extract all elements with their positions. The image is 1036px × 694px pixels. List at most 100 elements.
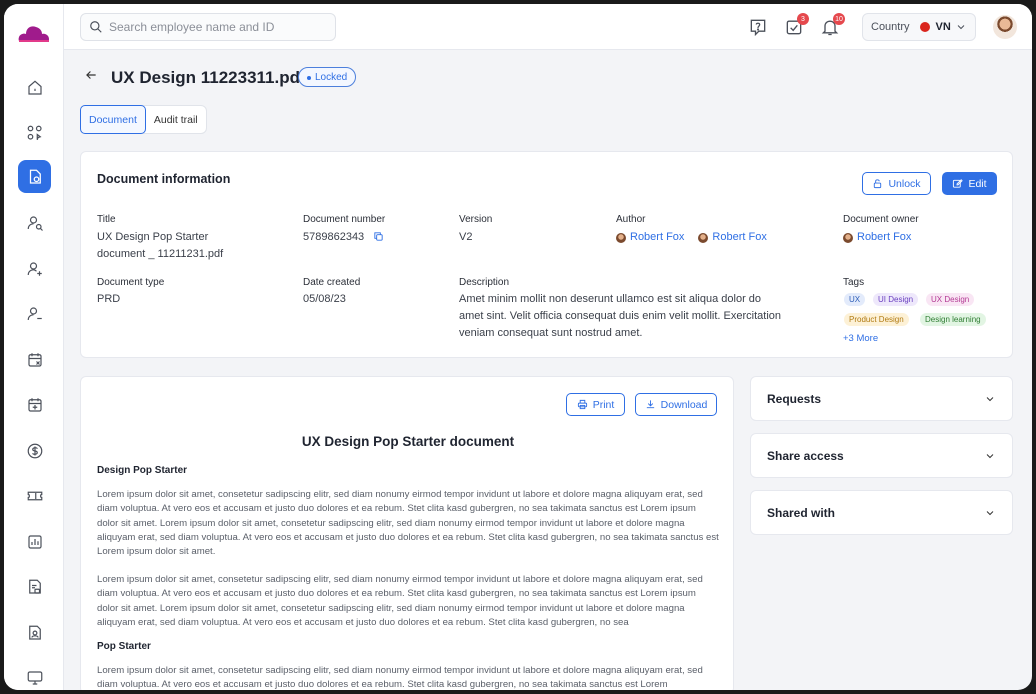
description-label: Description <box>459 277 510 288</box>
topbar: 3 10 Country VN <box>64 4 1032 50</box>
download-button[interactable]: Download <box>635 393 717 416</box>
tasks-button[interactable]: 3 <box>784 13 809 37</box>
cloud-logo-icon[interactable] <box>18 22 50 44</box>
help-chat-icon <box>750 19 766 37</box>
sidebar-item-payroll[interactable] <box>18 434 51 467</box>
app-window: 3 10 Country VN UX Design 11223311.pdf L… <box>4 4 1032 690</box>
contract-user-icon <box>28 625 41 640</box>
sidebar-item-calendar-cancel[interactable] <box>18 343 51 376</box>
owner-label: Document owner <box>843 214 919 225</box>
author-name: Robert Fox <box>712 231 767 243</box>
status-badge: Locked <box>298 67 357 87</box>
author-link[interactable]: Robert Fox <box>698 229 767 246</box>
monitor-icon <box>27 670 42 685</box>
printer-icon <box>577 399 587 410</box>
tag: UX Design <box>926 293 975 306</box>
copy-icon[interactable] <box>373 231 384 242</box>
dollar-icon <box>27 443 42 458</box>
paragraph: Lorem ipsum dolor sit amet, consetetur s… <box>97 574 703 628</box>
card-title: Document information <box>97 172 231 186</box>
docnum-value: 5789862343 <box>303 229 384 246</box>
document-information-card: Document information Unlock Edit Title U… <box>80 151 1013 358</box>
chevron-down-icon <box>957 25 965 30</box>
unlock-icon <box>874 179 882 189</box>
paragraph: Lorem ipsum dolor sit amet, consetetur s… <box>97 665 703 690</box>
shared-with-panel[interactable]: Shared with <box>750 490 1013 535</box>
ticket-icon <box>27 491 42 500</box>
version-label: Version <box>459 214 493 225</box>
sidebar-item-calendar-add[interactable] <box>18 388 51 421</box>
sidebar-item-contracts[interactable] <box>18 616 51 649</box>
print-button[interactable]: Print <box>566 393 625 416</box>
print-label: Print <box>592 398 615 411</box>
search-box[interactable] <box>80 13 336 41</box>
edit-icon <box>953 179 964 188</box>
calendar-cancel-icon <box>27 352 42 367</box>
date-label: Date created <box>303 277 361 288</box>
tab-document[interactable]: Document <box>80 105 146 134</box>
date-value: 05/08/23 <box>303 293 346 305</box>
title-value: UX Design Pop Starter document _ 1121123… <box>97 231 224 260</box>
user-add-icon <box>27 261 42 276</box>
owner-name: Robert Fox <box>857 231 912 243</box>
user-search-icon <box>27 215 43 231</box>
sidebar-item-tickets[interactable] <box>18 479 51 512</box>
author-label: Author <box>616 214 646 225</box>
tag: Design learning <box>920 313 986 326</box>
search-icon <box>90 21 102 33</box>
apps-grid-icon <box>27 125 42 140</box>
file-lock-icon <box>28 579 41 594</box>
page-title: UX Design 11223311.pdf <box>111 68 306 87</box>
chevron-down-icon <box>986 510 994 515</box>
description-value: Amet minim mollit non deserunt ullamco e… <box>459 293 782 339</box>
title-label: Title <box>97 214 116 225</box>
sidebar-item-devices[interactable] <box>18 661 51 690</box>
country-label: Country <box>871 21 910 33</box>
document-icon <box>29 169 41 184</box>
back-arrow-icon[interactable] <box>84 68 98 87</box>
edit-button[interactable]: Edit <box>942 172 997 195</box>
help-button[interactable] <box>748 17 768 37</box>
owner-link[interactable]: Robert Fox <box>843 229 911 246</box>
sidebar-item-files[interactable] <box>18 570 51 603</box>
tag: UX <box>844 293 866 306</box>
chevron-down-icon <box>986 453 994 458</box>
notifications-button[interactable]: 10 <box>820 13 845 37</box>
sidebar-item-documents[interactable] <box>18 160 51 193</box>
panel-title: Requests <box>767 391 822 406</box>
author-link[interactable]: Robert Fox <box>616 229 684 246</box>
docnum-text: 5789862343 <box>303 231 365 243</box>
type-label: Document type <box>97 277 165 288</box>
unlock-button[interactable]: Unlock <box>862 172 931 195</box>
sidebar-item-remove-user[interactable] <box>18 297 51 330</box>
panel-title: Share access <box>767 448 844 463</box>
author-name: Robert Fox <box>630 231 685 243</box>
owner-avatar <box>843 232 853 243</box>
sidebar-item-add-user[interactable] <box>18 252 51 285</box>
docnum-label: Document number <box>303 214 386 225</box>
sidebar-item-user-search[interactable] <box>18 206 51 239</box>
home-icon <box>27 79 42 95</box>
tag: UI Design <box>873 293 919 306</box>
user-avatar[interactable] <box>993 15 1017 39</box>
notifications-badge: 10 <box>833 13 845 25</box>
author-avatar <box>616 232 626 243</box>
country-select[interactable]: Country VN <box>862 13 976 41</box>
tab-bar: Document Audit trail <box>80 105 207 134</box>
sidebar-item-reports[interactable] <box>18 525 51 558</box>
user-remove-icon <box>27 306 42 320</box>
more-tags-link[interactable]: +3 More <box>843 333 878 344</box>
tags-label: Tags <box>843 277 865 288</box>
requests-panel[interactable]: Requests <box>750 376 1013 421</box>
share-access-panel[interactable]: Share access <box>750 433 1013 478</box>
owner-value: Robert Fox <box>843 229 925 249</box>
document-preview-card: Print Download UX Design Pop Starter doc… <box>80 376 734 690</box>
sidebar-item-apps[interactable] <box>18 116 51 149</box>
vietnam-flag-icon <box>919 22 930 32</box>
section-heading: Design Pop Starter <box>97 465 188 476</box>
version-value: V2 <box>459 231 473 243</box>
sidebar-item-home[interactable] <box>18 71 51 104</box>
country-code: VN <box>935 21 951 33</box>
tab-audit-trail[interactable]: Audit trail <box>146 106 206 133</box>
search-input[interactable] <box>109 20 329 34</box>
